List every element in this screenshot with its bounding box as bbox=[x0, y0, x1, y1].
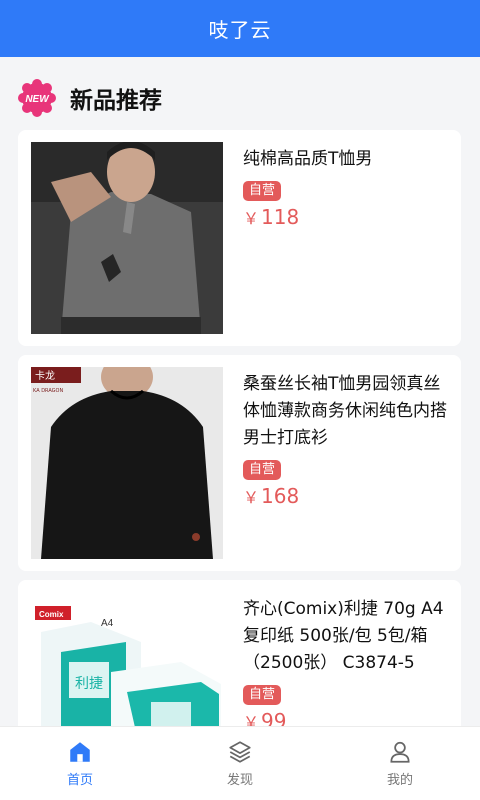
self-operated-tag: 自营 bbox=[243, 685, 282, 705]
layers-icon bbox=[229, 741, 251, 763]
product-price: ￥ 118 bbox=[243, 205, 453, 229]
app-header: 吱了云 bbox=[0, 0, 480, 57]
product-price: ￥ 168 bbox=[243, 484, 453, 508]
tab-discover-label: 发现 bbox=[226, 773, 253, 788]
product-list[interactable]: 纯棉高品质T恤男 自营 ￥ 118 卡龙 KA DRAGON 桑蚕丝长袖T恤男园领… bbox=[0, 130, 480, 726]
price-value: 168 bbox=[261, 484, 300, 508]
self-operated-tag: 自营 bbox=[243, 460, 282, 480]
section-header: NEW 新品推荐 bbox=[18, 78, 162, 118]
price-value: 118 bbox=[261, 205, 300, 229]
product-image[interactable]: 卡龙 KA DRAGON bbox=[31, 367, 223, 559]
product-price: ￥ 99 bbox=[243, 709, 453, 726]
currency-symbol: ￥ bbox=[243, 713, 260, 726]
new-badge-text: NEW bbox=[25, 94, 50, 105]
brand-sub-text: KA DRAGON bbox=[33, 388, 63, 394]
product-card[interactable]: Comix 利捷 A4 齐心(Comix)利捷 70g A4 复印纸 500张/… bbox=[18, 580, 461, 726]
currency-symbol: ￥ bbox=[243, 209, 260, 228]
self-operated-tag: 自营 bbox=[243, 181, 282, 201]
product-card[interactable]: 卡龙 KA DRAGON 桑蚕丝长袖T恤男园领真丝体恤薄款商务休闲纯色内搭男士打… bbox=[18, 355, 461, 571]
app-title: 吱了云 bbox=[208, 18, 272, 42]
new-badge-icon: NEW bbox=[18, 79, 56, 117]
product-title[interactable]: 桑蚕丝长袖T恤男园领真丝体恤薄款商务休闲纯色内搭男士打底衫 bbox=[243, 371, 453, 452]
tab-discover[interactable]: 发现 bbox=[160, 727, 320, 800]
section-title: 新品推荐 bbox=[70, 88, 162, 114]
product-title[interactable]: 齐心(Comix)利捷 70g A4 复印纸 500张/包 5包/箱（2500张… bbox=[243, 596, 453, 677]
tab-profile-label: 我的 bbox=[386, 773, 413, 788]
brand-mark-text: Comix bbox=[39, 610, 64, 619]
product-image[interactable]: Comix 利捷 A4 bbox=[31, 592, 223, 726]
price-value: 99 bbox=[261, 709, 287, 726]
currency-symbol: ￥ bbox=[243, 488, 260, 507]
product-card[interactable]: 纯棉高品质T恤男 自营 ￥ 118 bbox=[18, 130, 461, 346]
bottom-tabbar: 首页 发现 我的 bbox=[0, 726, 480, 800]
brand-mark-text: 卡龙 bbox=[35, 369, 55, 382]
tab-profile[interactable]: 我的 bbox=[320, 727, 480, 800]
product-title[interactable]: 纯棉高品质T恤男 bbox=[243, 146, 453, 173]
home-icon bbox=[70, 742, 90, 762]
tab-home[interactable]: 首页 bbox=[0, 727, 160, 800]
product-image[interactable] bbox=[31, 142, 223, 334]
tab-home-label: 首页 bbox=[66, 773, 93, 788]
box-brand-text: 利捷 bbox=[75, 676, 103, 692]
user-icon bbox=[390, 741, 410, 763]
box-size-text: A4 bbox=[101, 618, 114, 629]
